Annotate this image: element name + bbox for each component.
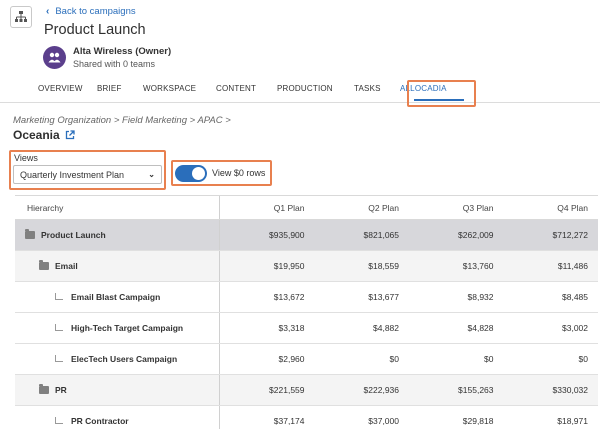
views-dropdown[interactable]: Quarterly Investment Plan ⌄ <box>13 165 162 184</box>
cell-q4: $330,032 <box>552 385 588 395</box>
chevron-down-icon: ⌄ <box>148 170 155 179</box>
cell-q1: $935,900 <box>269 230 305 240</box>
chevron-left-icon: ‹ <box>46 6 50 17</box>
cell-q4: $11,486 <box>557 261 588 271</box>
team-avatar-icon <box>43 46 66 69</box>
campaign-tabs: OVERVIEW BRIEF WORKSPACE CONTENT PRODUCT… <box>38 84 447 100</box>
views-label: Views <box>14 153 38 163</box>
table-header-row: Hierarchy Q1 Plan Q2 Plan Q3 Plan Q4 Pla… <box>15 196 598 220</box>
table-row[interactable]: PR $221,559 $222,936 $155,263 $330,032 <box>15 375 598 406</box>
cell-q3: $155,263 <box>458 385 494 395</box>
cell-q4: $18,971 <box>557 416 588 426</box>
cell-q1: $13,672 <box>273 292 305 302</box>
tab-workspace[interactable]: WORKSPACE <box>143 84 216 100</box>
cell-q2: $13,677 <box>368 292 399 302</box>
child-arrow-icon <box>55 354 63 362</box>
page-title: Product Launch <box>44 22 146 38</box>
cell-q3: $13,760 <box>462 261 494 271</box>
column-header-q4[interactable]: Q4 Plan <box>504 203 599 213</box>
column-header-hierarchy[interactable]: Hierarchy <box>15 196 220 219</box>
org-chart-icon[interactable] <box>10 6 32 28</box>
folder-icon <box>25 229 35 239</box>
toggle-label: View $0 rows <box>212 168 266 178</box>
owner-name: Alta Wireless (Owner) <box>73 46 172 57</box>
tab-tasks[interactable]: TASKS <box>354 84 400 100</box>
table-row[interactable]: PR Contractor $37,174 $37,000 $29,818 $1… <box>15 406 598 429</box>
cell-q2: $4,882 <box>373 323 399 333</box>
view-zero-rows-toggle[interactable] <box>175 165 207 182</box>
tab-brief[interactable]: BRIEF <box>97 84 143 100</box>
column-header-q3[interactable]: Q3 Plan <box>409 203 504 213</box>
tab-highlight-box <box>407 80 476 107</box>
column-header-q2[interactable]: Q2 Plan <box>315 203 410 213</box>
cell-q1: $37,174 <box>273 416 305 426</box>
region-title[interactable]: Oceania <box>13 128 75 142</box>
cell-q2: $18,559 <box>368 261 399 271</box>
toggle-knob <box>192 167 205 180</box>
external-link-icon[interactable] <box>65 130 75 140</box>
column-header-q1[interactable]: Q1 Plan <box>220 203 315 213</box>
folder-icon <box>39 260 49 270</box>
cell-q1: $19,950 <box>273 261 305 271</box>
back-to-campaigns-link[interactable]: ‹ Back to campaigns <box>46 6 136 17</box>
row-name: PR <box>55 385 67 395</box>
row-name: Email <box>55 261 78 271</box>
table-row[interactable]: Email Blast Campaign $13,672 $13,677 $8,… <box>15 282 598 313</box>
back-label: Back to campaigns <box>55 6 136 17</box>
cell-q1: $2,960 <box>278 354 305 364</box>
cell-q3: $262,009 <box>458 230 494 240</box>
campaign-header: ‹ Back to campaigns Product Launch Alta … <box>0 0 600 107</box>
folder-icon <box>39 384 49 394</box>
region-name: Oceania <box>13 128 60 142</box>
row-name: PR Contractor <box>71 416 129 426</box>
table-row[interactable]: Email $19,950 $18,559 $13,760 $11,486 <box>15 251 598 282</box>
views-selected: Quarterly Investment Plan <box>20 169 125 180</box>
row-name: High-Tech Target Campaign <box>71 323 184 333</box>
breadcrumb: Marketing Organization > Field Marketing… <box>13 115 231 126</box>
cell-q4: $712,272 <box>552 230 588 240</box>
cell-q3: $29,818 <box>462 416 494 426</box>
shared-teams: Shared with 0 teams <box>73 59 156 69</box>
child-arrow-icon <box>55 323 63 331</box>
row-name: Product Launch <box>41 230 106 240</box>
cell-q4: $3,002 <box>562 323 588 333</box>
cell-q1: $221,559 <box>269 385 305 395</box>
cell-q2: $222,936 <box>363 385 399 395</box>
investment-plan-table: Hierarchy Q1 Plan Q2 Plan Q3 Plan Q4 Pla… <box>15 195 598 429</box>
cell-q4: $0 <box>578 354 588 364</box>
tab-content[interactable]: CONTENT <box>216 84 277 100</box>
table-row[interactable]: ElecTech Users Campaign $2,960 $0 $0 $0 <box>15 344 598 375</box>
child-arrow-icon <box>55 292 63 300</box>
cell-q4: $8,485 <box>562 292 588 302</box>
table-row[interactable]: High-Tech Target Campaign $3,318 $4,882 … <box>15 313 598 344</box>
cell-q2: $821,065 <box>363 230 399 240</box>
cell-q2: $0 <box>389 354 399 364</box>
cell-q2: $37,000 <box>368 416 399 426</box>
cell-q3: $4,828 <box>467 323 494 333</box>
row-name: Email Blast Campaign <box>71 292 161 302</box>
cell-q3: $0 <box>484 354 494 364</box>
child-arrow-icon <box>55 416 63 424</box>
table-row[interactable]: Product Launch $935,900 $821,065 $262,00… <box>15 220 598 251</box>
cell-q3: $8,932 <box>467 292 494 302</box>
cell-q1: $3,318 <box>278 323 305 333</box>
tab-production[interactable]: PRODUCTION <box>277 84 354 100</box>
row-name: ElecTech Users Campaign <box>71 354 178 364</box>
tab-overview[interactable]: OVERVIEW <box>38 84 97 100</box>
